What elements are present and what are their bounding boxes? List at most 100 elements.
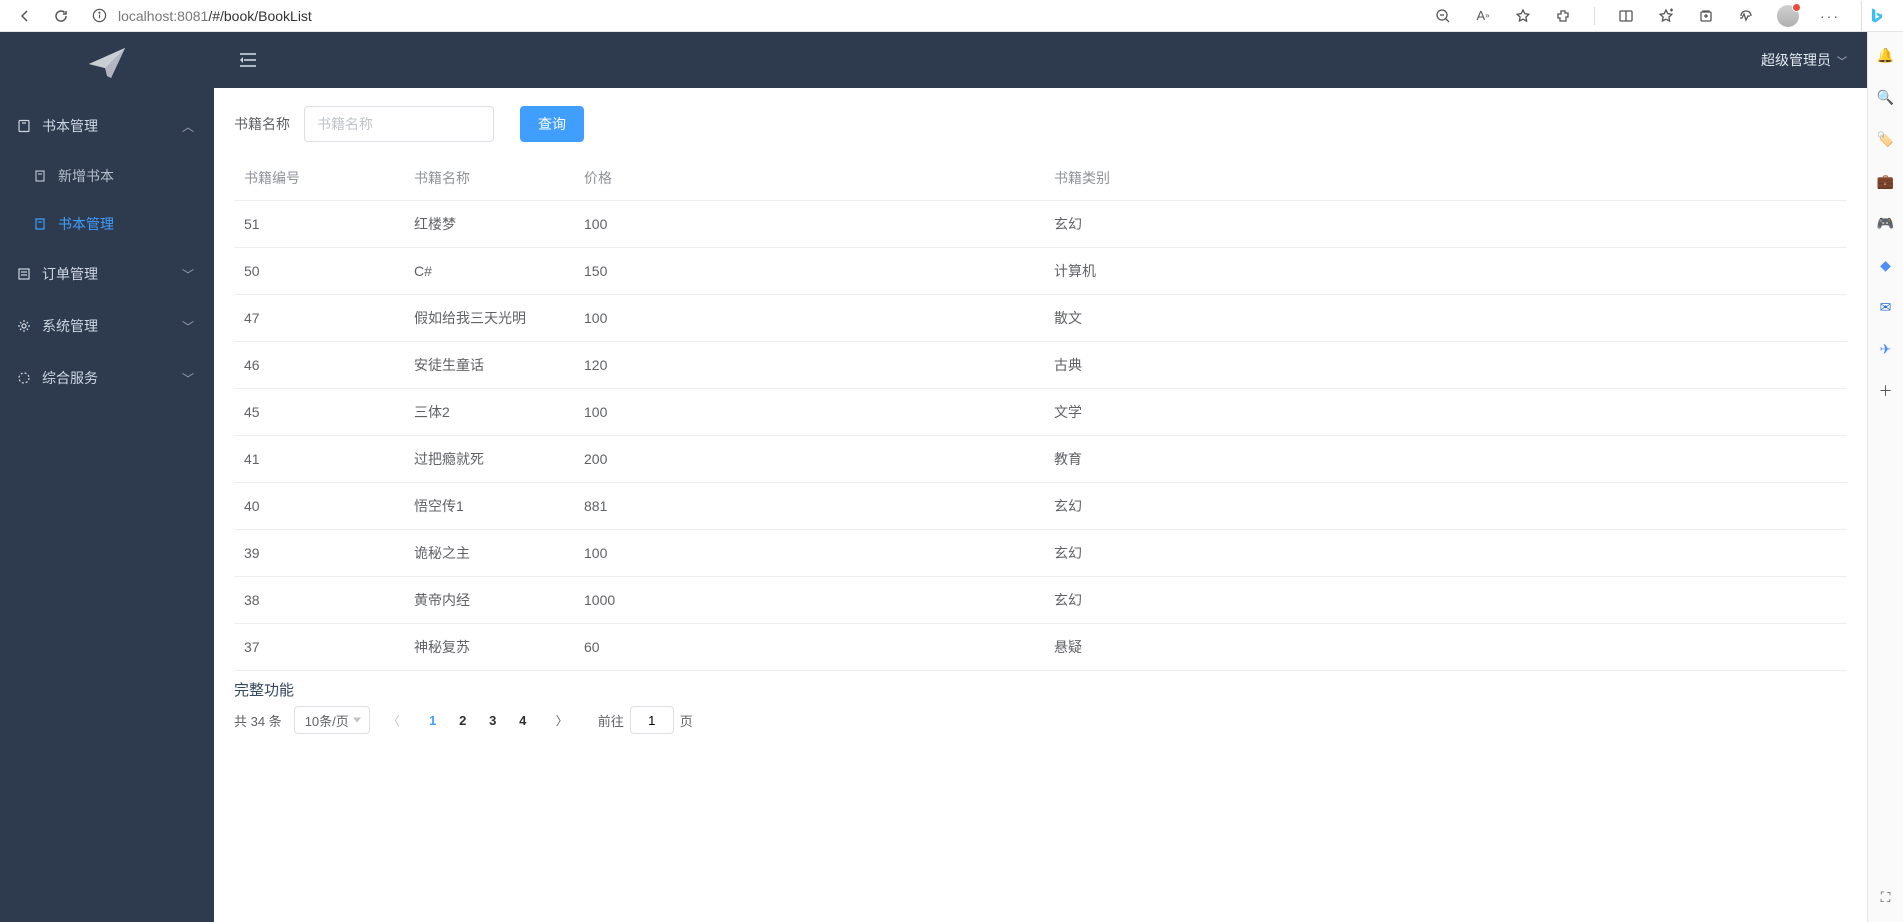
submenu-book-list[interactable]: 书本管理 [0,200,214,248]
next-page-button[interactable]: 〉 [550,712,574,729]
outlook-icon[interactable]: ✉ [1875,296,1897,318]
menu-label: 书本管理 [42,116,98,136]
table-row[interactable]: 37神秘复苏60悬疑 [234,624,1847,671]
menu-order-management[interactable]: 订单管理 ﹀ [0,248,214,300]
menu-system-management[interactable]: 系统管理 ﹀ [0,300,214,352]
cell-id: 40 [234,483,404,530]
goto-page-input[interactable] [630,706,674,734]
total-count: 共 34 条 [234,711,282,730]
table-row[interactable]: 41过把瘾就死200教育 [234,436,1847,483]
table-row[interactable]: 47假如给我三天光明100散文 [234,295,1847,342]
capture-icon[interactable]: ⛶ [1875,886,1897,908]
games-icon[interactable]: 🎮 [1875,212,1897,234]
collections-icon[interactable] [1697,7,1715,25]
chevron-up-icon: ︿ [182,118,194,135]
star-icon[interactable] [1514,7,1532,25]
url-text[interactable]: localhost:8081/#/book/BookList [118,8,312,24]
send-icon[interactable]: ✈ [1875,338,1897,360]
performance-icon[interactable] [1737,7,1755,25]
gear-icon [16,318,32,334]
menu-book-management[interactable]: 书本管理 ︿ [0,100,214,152]
col-id: 书籍编号 [234,156,404,201]
favorites-icon[interactable] [1657,7,1675,25]
cell-category: 悬疑 [1044,624,1847,671]
menu-label: 综合服务 [42,368,98,388]
app-root: 书本管理 ︿ 新增书本 书本管理 订单管理 ﹀ 系统管理 [0,32,1867,922]
table-row[interactable]: 45三体2100文学 [234,389,1847,436]
collapse-sidebar-button[interactable] [234,46,262,74]
logo [0,32,214,94]
refresh-icon[interactable] [52,7,70,25]
pagination-section: 完整功能 共 34 条 10条/页 〈 1234 〉 前往 页 [234,679,1847,734]
cell-category: 教育 [1044,436,1847,483]
split-screen-icon[interactable] [1617,7,1635,25]
cell-category: 玄幻 [1044,577,1847,624]
cell-price: 1000 [574,577,1044,624]
cell-price: 60 [574,624,1044,671]
profile-avatar[interactable] [1777,5,1799,27]
goto-prefix: 前往 [598,711,624,730]
table-row[interactable]: 50C#150计算机 [234,248,1847,295]
bell-icon[interactable]: 🔔 [1875,44,1897,66]
cell-price: 200 [574,436,1044,483]
cell-name: 神秘复苏 [404,624,574,671]
cell-category: 玄幻 [1044,201,1847,248]
page-3[interactable]: 3 [478,713,508,728]
search-icon[interactable]: 🔍 [1875,86,1897,108]
doc-icon [32,216,48,232]
extensions-icon[interactable] [1554,7,1572,25]
m365-icon[interactable]: ◆ [1875,254,1897,276]
edge-sidebar: 🔔 🔍 🏷️ 💼 🎮 ◆ ✉ ✈ ＋ ⛶ [1867,32,1903,922]
cell-name: 黄帝内经 [404,577,574,624]
page-4[interactable]: 4 [508,713,538,728]
info-icon[interactable] [90,7,108,25]
list-icon [16,266,32,282]
chevron-down-icon: ﹀ [182,266,194,283]
col-category: 书籍类别 [1044,156,1847,201]
col-price: 价格 [574,156,1044,201]
back-icon[interactable] [16,7,34,25]
page-1[interactable]: 1 [418,713,448,728]
book-name-input[interactable] [304,106,494,142]
cell-name: 三体2 [404,389,574,436]
goto: 前往 页 [598,706,693,734]
table-row[interactable]: 40悟空传1881玄幻 [234,483,1847,530]
user-menu[interactable]: 超级管理员 ﹀ [1761,50,1847,70]
page-size-select[interactable]: 10条/页 [294,706,370,734]
cell-id: 51 [234,201,404,248]
table-row[interactable]: 46安徒生童话120古典 [234,342,1847,389]
plus-icon[interactable]: ＋ [1875,380,1897,402]
cell-category: 玄幻 [1044,483,1847,530]
table-row[interactable]: 51红楼梦100玄幻 [234,201,1847,248]
divider [1594,7,1595,25]
cell-id: 39 [234,530,404,577]
cell-id: 50 [234,248,404,295]
menu-label: 系统管理 [42,316,98,336]
cell-category: 散文 [1044,295,1847,342]
table-row[interactable]: 39诡秘之主100玄幻 [234,530,1847,577]
browser-toolbar: localhost:8081/#/book/BookList A» ··· [0,0,1903,32]
prev-page-button[interactable]: 〈 [382,712,406,729]
zoom-out-icon[interactable] [1434,7,1452,25]
cell-id: 46 [234,342,404,389]
menu-integrated-services[interactable]: 综合服务 ﹀ [0,352,214,404]
submenu-add-book[interactable]: 新增书本 [0,152,214,200]
cell-name: 诡秘之主 [404,530,574,577]
search-button[interactable]: 查询 [520,106,584,142]
page-2[interactable]: 2 [448,713,478,728]
bing-icon[interactable] [1861,1,1891,31]
cell-name: 假如给我三天光明 [404,295,574,342]
cell-category: 玄幻 [1044,530,1847,577]
book-icon [16,118,32,134]
menu-label: 订单管理 [42,264,98,284]
shopping-icon[interactable]: 🏷️ [1875,128,1897,150]
read-aloud-icon[interactable]: A» [1474,7,1492,25]
table-row[interactable]: 38黄帝内经1000玄幻 [234,577,1847,624]
cell-name: C# [404,248,574,295]
more-icon[interactable]: ··· [1821,7,1839,25]
header: 超级管理员 ﹀ [214,32,1867,88]
cell-id: 38 [234,577,404,624]
tools-icon[interactable]: 💼 [1875,170,1897,192]
cell-id: 37 [234,624,404,671]
cell-id: 47 [234,295,404,342]
